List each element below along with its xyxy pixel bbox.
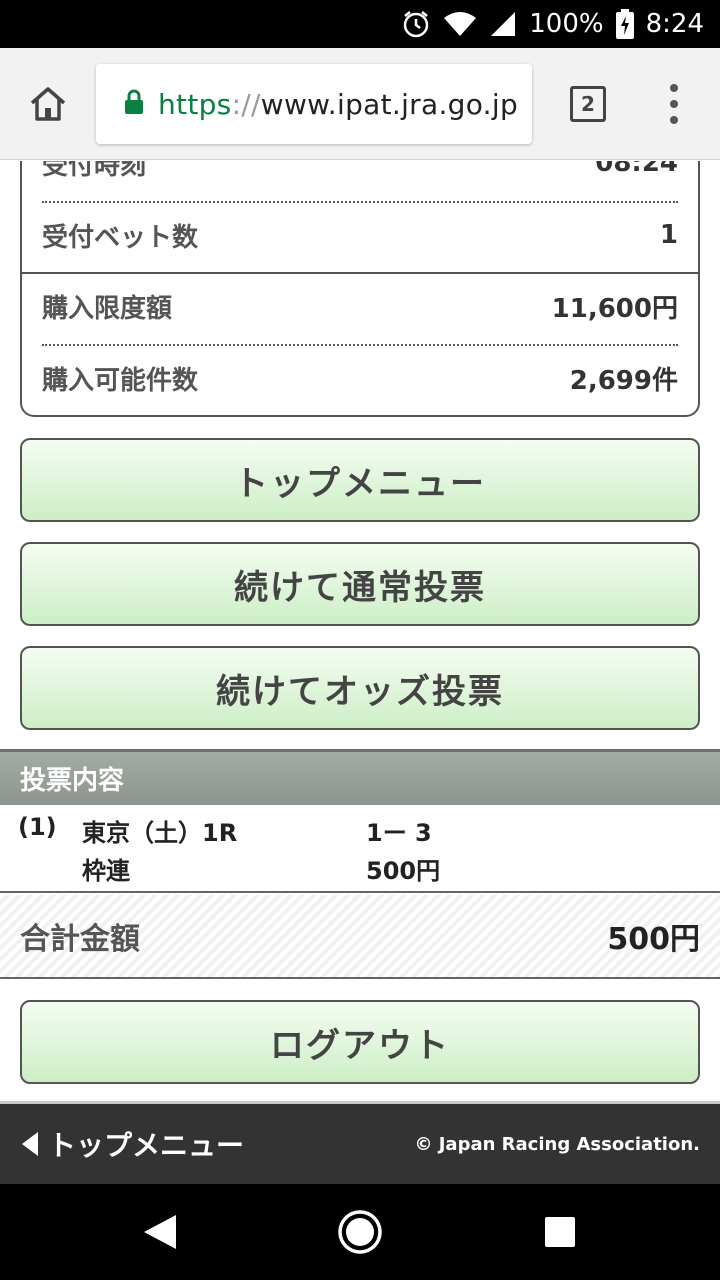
receipt-value: 2,699件: [569, 365, 678, 396]
home-button[interactable]: [22, 78, 74, 130]
browser-toolbar: https://www.ipat.jra.go.jp 2: [0, 48, 720, 160]
bet-item: (1) 東京（土）1R 1ー 3 枠連 500円: [0, 805, 720, 893]
back-triangle-icon: [22, 1132, 38, 1156]
bet-index: (1): [18, 813, 57, 841]
footer-top-menu-link[interactable]: トップメニュー: [20, 1124, 244, 1164]
continue-odds-vote-button[interactable]: 続けてオッズ投票: [20, 646, 700, 730]
total-amount-bar: 合計金額 500円: [0, 895, 720, 979]
footer-link-label: トップメニュー: [48, 1129, 245, 1162]
url-text: https://www.ipat.jra.go.jp: [158, 88, 518, 121]
tab-switcher-icon[interactable]: 2: [570, 86, 606, 122]
recents-icon[interactable]: [536, 1208, 584, 1256]
signal-icon: [489, 10, 517, 38]
battery-percent: 100%: [529, 9, 604, 39]
clock: 8:24: [645, 9, 704, 39]
bet-contents-header: 投票内容: [0, 749, 720, 805]
bet-combination: 1ー 3: [366, 819, 432, 847]
bet-amount: 500円: [366, 857, 441, 885]
receipt-value: 1: [659, 220, 678, 250]
home-circle-icon[interactable]: [336, 1208, 384, 1256]
receipt-row-time: 受付時刻 08:24: [42, 161, 678, 199]
home-icon: [30, 87, 66, 121]
footer: トップメニュー © Japan Racing Association.: [0, 1104, 720, 1184]
total-value: 500円: [607, 922, 700, 957]
receipt-label: 受付ベット数: [42, 222, 199, 253]
continue-normal-vote-button[interactable]: 続けて通常投票: [20, 542, 700, 626]
receipt-label: 購入限度額: [42, 293, 173, 324]
url-bar[interactable]: https://www.ipat.jra.go.jp: [96, 64, 532, 144]
total-label: 合計金額: [20, 922, 140, 957]
copyright: © Japan Racing Association.: [414, 1133, 700, 1155]
receipt-row-limit: 購入限度額 11,600円: [42, 270, 678, 342]
receipt-card: 受付時刻 08:24 受付ベット数 1 購入限度額 11,600円 購入可能件数…: [20, 161, 700, 417]
receipt-value: 11,600円: [551, 293, 678, 324]
logout-button[interactable]: ログアウト: [20, 1000, 700, 1084]
bet-race: 東京（土）1R: [82, 819, 238, 847]
url-host: www.ipat.jra.go.jp: [260, 87, 519, 121]
bet-type: 枠連: [82, 857, 130, 885]
receipt-value: 08:24: [595, 161, 678, 178]
tab-count: 2: [581, 92, 595, 116]
receipt-label: 受付時刻: [42, 161, 147, 181]
receipt-row-bet-count: 受付ベット数 1: [42, 199, 678, 271]
receipt-row-available: 購入可能件数 2,699件: [42, 342, 678, 414]
url-scheme: https: [158, 87, 232, 121]
system-nav-bar: [0, 1184, 720, 1280]
alarm-icon: [401, 9, 431, 39]
top-menu-button[interactable]: トップメニュー: [20, 438, 700, 522]
battery-charging-icon: [615, 9, 634, 39]
lock-icon: [124, 89, 144, 119]
overflow-menu-icon[interactable]: [664, 84, 684, 124]
back-icon[interactable]: [136, 1208, 184, 1256]
receipt-label: 購入可能件数: [42, 365, 199, 396]
page-content: 受付時刻 08:24 受付ベット数 1 購入限度額 11,600円 購入可能件数…: [0, 161, 720, 1184]
wifi-icon: [443, 10, 477, 38]
status-bar: 100% 8:24: [0, 0, 720, 48]
url-separator: ://: [231, 87, 261, 121]
